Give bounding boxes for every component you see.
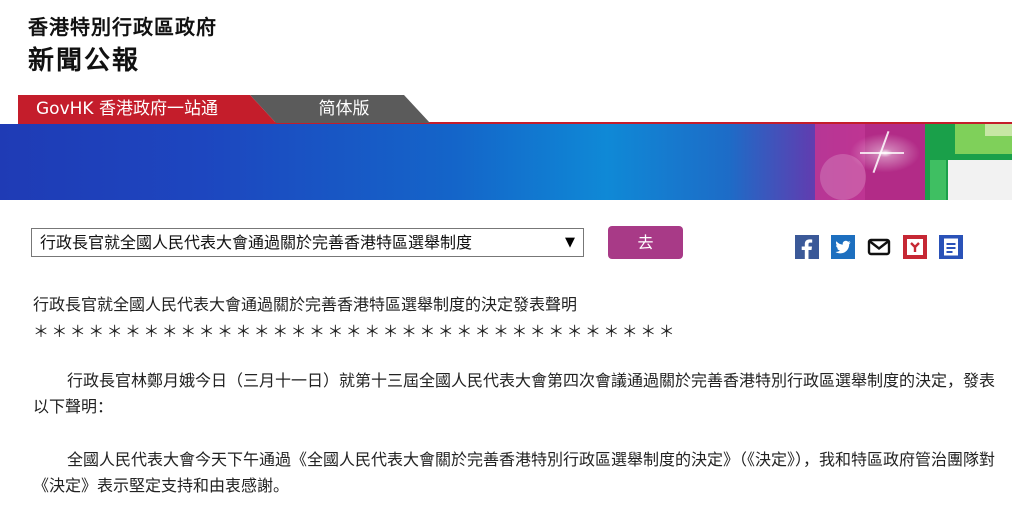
article-select[interactable]: 行政長官就全國人民代表大會通過關於完善香港特區選舉制度 ▼ <box>31 228 584 257</box>
email-icon[interactable] <box>867 235 891 259</box>
header-banner <box>0 124 1012 200</box>
bookmark-icon[interactable] <box>903 235 927 259</box>
tab-govhk[interactable]: GovHK 香港政府一站通 <box>18 95 276 123</box>
page-title: 新聞公報 <box>28 46 141 76</box>
print-icon[interactable] <box>939 235 963 259</box>
separator-line: ＊＊＊＊＊＊＊＊＊＊＊＊＊＊＊＊＊＊＊＊＊＊＊＊＊＊＊＊＊＊＊＊＊＊＊ <box>33 322 678 341</box>
facebook-icon[interactable] <box>795 235 819 259</box>
site-header: 香港特別行政區政府 新聞公報 简体版 GovHK 香港政府一站通 <box>0 0 1012 125</box>
twitter-icon[interactable] <box>831 235 855 259</box>
dropdown-arrow-icon[interactable]: ▼ <box>565 229 575 256</box>
go-button[interactable]: 去 <box>608 226 683 259</box>
article-paragraph-2: 全國人民代表大會今天下午通過《全國人民代表大會關於完善香港特別行政區選舉制度的決… <box>33 450 996 495</box>
article-select-value: 行政長官就全國人民代表大會通過關於完善香港特區選舉制度 <box>40 233 473 252</box>
tab-simplified[interactable]: 简体版 <box>250 95 430 123</box>
article-headline: 行政長官就全國人民代表大會通過關於完善香港特區選舉制度的決定發表聲明 <box>33 295 578 314</box>
article-paragraph-1: 行政長官林鄭月娥今日（三月十一日）就第十三屆全國人民代表大會第四次會議通過關於完… <box>33 371 996 416</box>
government-name: 香港特別行政區政府 <box>28 15 217 39</box>
nav-tabbar: 简体版 GovHK 香港政府一站通 <box>18 95 1012 125</box>
